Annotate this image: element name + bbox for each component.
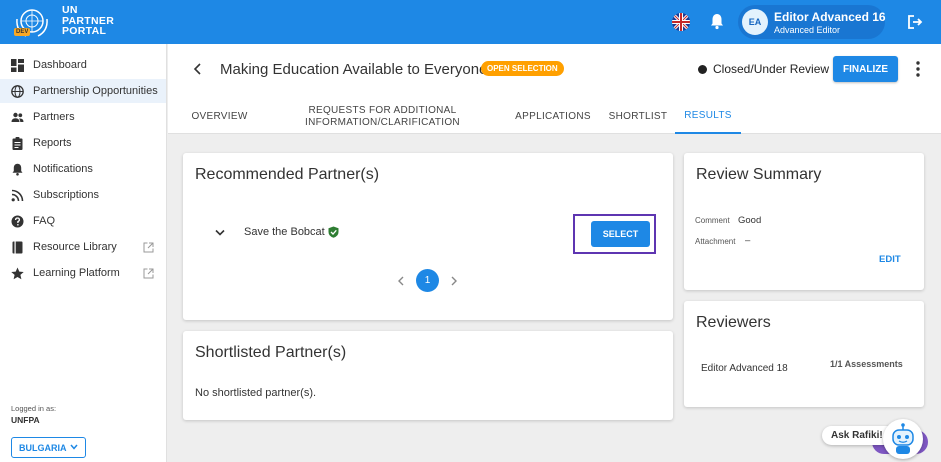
sidebar-item-notifications[interactable]: Notifications — [0, 157, 166, 181]
review-status: Closed/Under Review — [713, 62, 830, 76]
notifications-bell-icon[interactable] — [710, 13, 724, 30]
chevron-down-icon[interactable] — [215, 229, 225, 237]
comment-label: Comment — [695, 216, 730, 225]
help-icon — [11, 215, 24, 227]
tab-applications[interactable]: APPLICATIONS — [512, 100, 594, 134]
sidebar-item-partnership-opportunities[interactable]: Partnership Opportunities — [0, 79, 166, 103]
dashboard-icon — [11, 58, 24, 72]
top-app-bar: DEV UN PARTNER PORTAL EA Editor Advanced… — [0, 0, 941, 44]
user-menu[interactable]: EA Editor Advanced 16 Advanced Editor — [738, 5, 886, 39]
verified-shield-icon — [328, 226, 339, 238]
card-title: Reviewers — [696, 314, 771, 331]
star-icon — [11, 267, 24, 279]
logout-icon[interactable] — [906, 13, 924, 31]
chevron-left-icon[interactable] — [397, 276, 405, 286]
people-icon — [11, 112, 24, 122]
env-badge: DEV — [14, 28, 31, 36]
sidebar-item-faq[interactable]: FAQ — [0, 209, 166, 233]
edit-button[interactable]: EDIT — [879, 254, 901, 265]
review-summary-card: Review Summary Comment Good Attachment –… — [684, 153, 924, 290]
card-title: Review Summary — [696, 166, 822, 183]
reviewer-assessments: 1/1 Assessments — [830, 359, 903, 369]
sidebar-item-learning-platform[interactable]: Learning Platform — [0, 261, 166, 285]
uk-flag-icon[interactable] — [672, 13, 690, 31]
logged-in-label: Logged in as: — [11, 404, 57, 413]
user-name: Editor Advanced 16 — [774, 10, 886, 24]
shortlisted-partners-card: Shortlisted Partner(s) No shortlisted pa… — [183, 331, 673, 420]
avatar: EA — [742, 9, 768, 35]
sidebar-item-label: Reports — [33, 137, 72, 149]
bell-icon — [12, 163, 23, 176]
user-role: Advanced Editor — [774, 25, 841, 35]
tab-overview[interactable]: OVERVIEW — [188, 100, 251, 134]
sidebar-item-label: Resource Library — [33, 241, 117, 253]
tab-requests-info[interactable]: REQUESTS FOR ADDITIONAL INFORMATION/CLAR… — [300, 100, 465, 134]
country-label: BULGARIA — [19, 442, 67, 453]
rss-icon — [11, 189, 24, 201]
sidebar-item-partners[interactable]: Partners — [0, 105, 166, 129]
sidebar: Dashboard Partnership Opportunities Part… — [0, 44, 167, 462]
sidebar-item-label: Partnership Opportunities — [33, 85, 158, 97]
more-vert-icon[interactable] — [913, 60, 923, 78]
external-link-icon — [143, 268, 154, 278]
robot-icon — [892, 423, 914, 454]
sidebar-item-reports[interactable]: Reports — [0, 131, 166, 155]
clipboard-icon — [12, 136, 23, 150]
sidebar-item-label: Partners — [33, 111, 75, 123]
status-dot-icon — [698, 65, 707, 74]
card-title: Shortlisted Partner(s) — [195, 344, 347, 361]
attachment-label: Attachment — [695, 237, 736, 246]
sidebar-item-label: FAQ — [33, 215, 56, 227]
chevron-down-icon — [70, 444, 78, 450]
page-title: Making Education Available to Everyone — [220, 61, 488, 78]
sidebar-item-label: Subscriptions — [33, 189, 100, 201]
page-header: Making Education Available to Everyone O… — [168, 44, 941, 134]
sidebar-item-label: Dashboard — [33, 59, 87, 71]
sidebar-item-label: Notifications — [33, 163, 93, 175]
pagination-current-page[interactable]: 1 — [416, 269, 439, 292]
external-link-icon — [143, 242, 154, 252]
select-button[interactable]: SELECT — [591, 221, 650, 247]
back-arrow-icon[interactable] — [192, 62, 204, 76]
globe-icon — [11, 84, 24, 98]
chatbot-button[interactable] — [883, 419, 923, 459]
sidebar-item-resource-library[interactable]: Resource Library — [0, 235, 166, 259]
chevron-right-icon[interactable] — [450, 276, 458, 286]
partner-name[interactable]: Save the Bobcat — [244, 226, 325, 238]
tab-results[interactable]: RESULTS — [675, 100, 741, 134]
sidebar-item-subscriptions[interactable]: Subscriptions — [0, 183, 166, 207]
attachment-value: – — [745, 235, 751, 246]
card-title: Recommended Partner(s) — [195, 166, 380, 183]
sidebar-item-label: Learning Platform — [33, 267, 120, 279]
sidebar-item-dashboard[interactable]: Dashboard — [0, 53, 166, 77]
finalize-button[interactable]: FINALIZE — [833, 56, 898, 82]
country-selector[interactable]: BULGARIA — [11, 437, 86, 458]
empty-state-text: No shortlisted partner(s). — [195, 387, 317, 399]
status-badge: OPEN SELECTION — [481, 61, 564, 76]
recommended-partners-card: Recommended Partner(s) Save the Bobcat S… — [183, 153, 673, 320]
portal-name: UN PARTNER PORTAL — [62, 4, 115, 37]
reviewers-card: Reviewers Editor Advanced 18 1/1 Assessm… — [684, 301, 924, 407]
tab-shortlist[interactable]: SHORTLIST — [606, 100, 670, 134]
select-highlight: SELECT — [573, 214, 656, 254]
organization-name: UNFPA — [11, 415, 40, 425]
comment-value: Good — [738, 215, 762, 226]
reviewer-name: Editor Advanced 18 — [701, 363, 788, 374]
book-icon — [12, 241, 23, 253]
